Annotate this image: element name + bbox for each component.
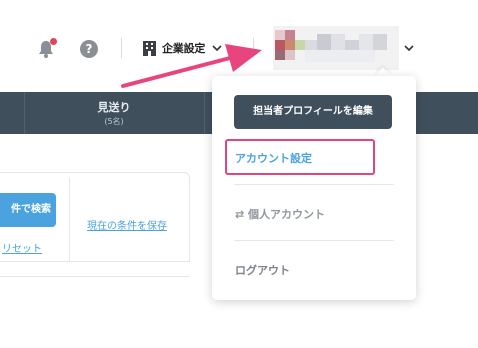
building-icon bbox=[143, 40, 156, 56]
tab-declined-count: (5名) bbox=[104, 117, 124, 126]
logout-item[interactable]: ログアウト bbox=[235, 262, 290, 278]
notification-badge bbox=[50, 38, 57, 45]
edit-profile-button[interactable]: 担当者プロフィールを編集 bbox=[234, 95, 392, 129]
save-condition-link[interactable]: 現在の条件を保存 bbox=[87, 217, 167, 232]
account-settings-item[interactable]: アカウント設定 bbox=[235, 150, 312, 166]
chevron-down-icon bbox=[212, 45, 222, 52]
user-avatar-pixelated[interactable] bbox=[273, 26, 399, 70]
menu-divider bbox=[234, 184, 394, 185]
corporate-settings-menu[interactable]: 企業設定 bbox=[143, 38, 223, 58]
panel-divider bbox=[69, 178, 70, 262]
search-button[interactable]: 件で検索 bbox=[0, 193, 56, 227]
panel-divider bbox=[0, 276, 190, 277]
reset-link[interactable]: リセット bbox=[0, 240, 60, 255]
tab-declined-label[interactable]: 見送り bbox=[24, 99, 204, 115]
personal-account-label: 個人アカウント bbox=[248, 208, 326, 221]
menu-divider bbox=[234, 240, 394, 241]
corporate-settings-label: 企業設定 bbox=[162, 42, 206, 55]
help-icon[interactable]: ? bbox=[80, 40, 98, 58]
header-divider bbox=[121, 38, 122, 58]
personal-account-item[interactable]: ⇄ 個人アカウント bbox=[235, 206, 325, 222]
swap-icon: ⇄ bbox=[235, 208, 249, 221]
header-divider bbox=[253, 38, 254, 58]
chevron-down-icon[interactable] bbox=[403, 42, 415, 54]
tab-divider bbox=[204, 92, 205, 134]
